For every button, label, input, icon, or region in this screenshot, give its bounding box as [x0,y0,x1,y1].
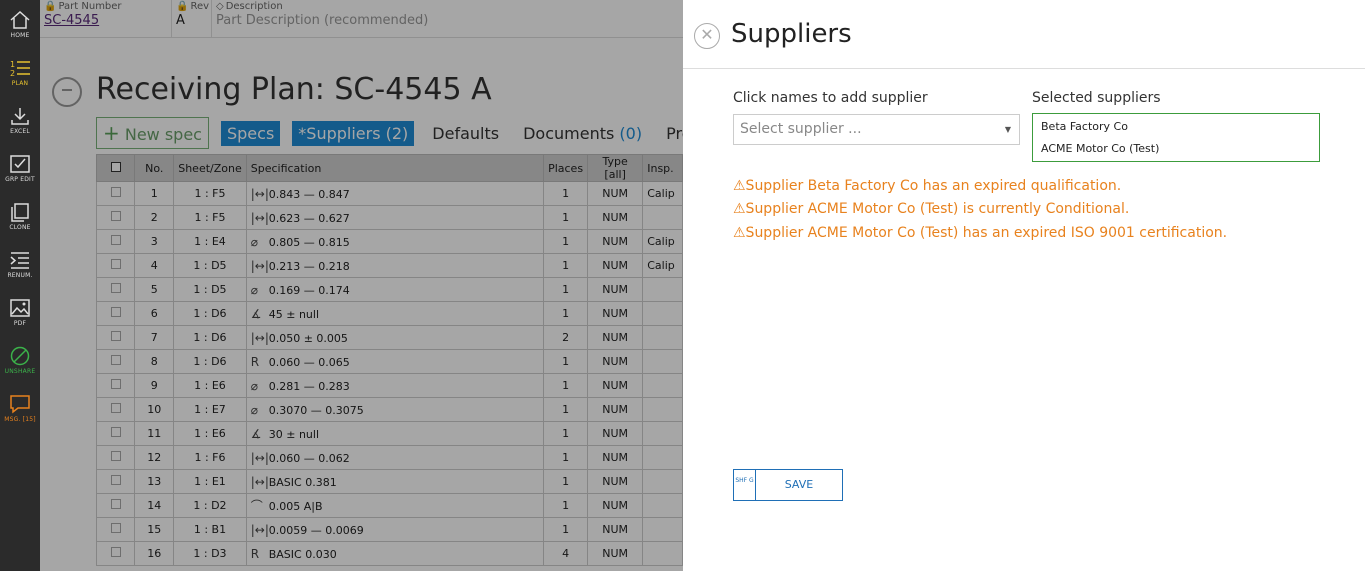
close-icon[interactable]: ✕ [694,23,720,49]
svg-text:1: 1 [10,60,15,69]
message-icon [10,395,30,414]
supplier-select[interactable]: Select supplier ... ▼ [733,114,1020,145]
selected-suppliers-list: Beta Factory Co ACME Motor Co (Test) [1032,113,1320,162]
sidebar-item-grp-edit[interactable]: GRP EDIT [0,148,40,192]
unshare-icon [10,346,30,366]
sidebar-item-messages[interactable]: MSG. [15] [0,388,40,432]
clone-icon [11,203,29,222]
sidebar-label-pdf: PDF [13,320,27,327]
warning-message: ⚠Supplier Beta Factory Co has an expired… [733,178,1122,194]
dropdown-arrow-icon: ▼ [1004,125,1011,134]
save-shortcut-hint: SHF G [734,470,756,500]
group-edit-icon [10,155,30,173]
sidebar-label-home: HOME [10,32,30,39]
renumber-icon [10,252,29,269]
warning-message: ⚠Supplier ACME Motor Co (Test) has an ex… [733,225,1228,241]
selected-supplier-item[interactable]: ACME Motor Co (Test) [1041,139,1311,161]
sidebar-label-clone: CLONE [9,224,31,231]
plan-list-icon: 12 [10,60,30,78]
save-button[interactable]: SHF G SAVE [733,469,843,501]
sidebar-label-unshare: UNSHARE [4,368,36,375]
warning-message: ⚠Supplier ACME Motor Co (Test) is curren… [733,201,1130,217]
sidebar-item-clone[interactable]: CLONE [0,196,40,240]
save-button-label: SAVE [784,478,814,491]
sidebar-label-renum: RENUM. [7,272,33,279]
sidebar: HOME 12 PLAN EXCEL GRP EDIT CLONE RENUM.… [0,0,40,571]
sidebar-label-grp-edit: GRP EDIT [5,176,35,183]
sidebar-item-unshare[interactable]: UNSHARE [0,340,40,384]
panel-title: Suppliers [731,19,852,49]
image-icon [10,299,30,317]
sidebar-item-plan[interactable]: 12 PLAN [0,52,40,96]
sidebar-item-renum[interactable]: RENUM. [0,244,40,288]
sidebar-label-messages: MSG. [15] [4,416,36,423]
sidebar-item-excel[interactable]: EXCEL [0,100,40,144]
sidebar-item-pdf[interactable]: PDF [0,292,40,336]
selected-supplier-item[interactable]: Beta Factory Co [1041,117,1311,139]
selected-suppliers-label: Selected suppliers [1032,90,1161,106]
svg-text:2: 2 [10,69,15,78]
download-icon [11,108,29,125]
panel-header: ✕ Suppliers [683,0,1365,69]
suppliers-panel: ✕ Suppliers Click names to add supplier … [683,0,1365,571]
add-supplier-label: Click names to add supplier [733,90,928,106]
home-icon [10,10,30,29]
modal-overlay[interactable] [40,0,683,571]
sidebar-label-plan: PLAN [11,80,29,87]
sidebar-item-home[interactable]: HOME [0,4,40,48]
supplier-select-placeholder: Select supplier ... [740,121,862,137]
sidebar-label-excel: EXCEL [10,128,30,135]
